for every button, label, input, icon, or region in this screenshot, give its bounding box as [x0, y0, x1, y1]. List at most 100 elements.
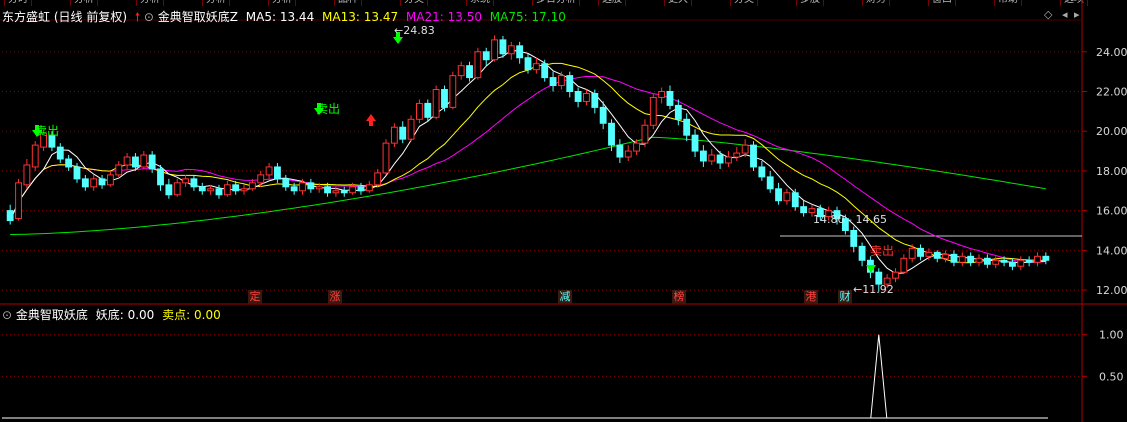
arrow-up-icon	[366, 114, 376, 126]
candle-body	[23, 164, 31, 186]
candle-body	[257, 174, 265, 184]
low-annotation: ←11.92	[853, 283, 894, 296]
main-legend: 东方盛虹 (日线 前复权) 🠕 ⊙ 金典智取妖底Z MA5: 13.44 MA1…	[2, 8, 566, 29]
candle-body	[1017, 259, 1025, 267]
sell-signal-label: 卖出	[35, 124, 60, 138]
candle-body	[499, 39, 507, 55]
y-tick-label: 1.00	[1099, 329, 1124, 342]
candle-body	[1042, 255, 1050, 261]
candle-body	[365, 184, 373, 192]
candle-body	[900, 257, 908, 273]
yaodi-value: 妖底: 0.00	[95, 308, 155, 322]
candle-body	[608, 122, 615, 146]
candle-body	[115, 164, 123, 176]
indicator-name[interactable]: 金典智取妖底Z	[158, 10, 238, 24]
candle-body	[106, 174, 114, 186]
candle-body	[349, 186, 357, 194]
candle-body	[482, 51, 490, 61]
candle-body	[925, 251, 933, 257]
candle-body	[1034, 255, 1041, 263]
candle-body	[265, 166, 273, 176]
candle-body	[683, 118, 691, 136]
candle-body	[466, 65, 473, 79]
candle-body	[157, 168, 164, 186]
period-label: (日线 前复权)	[53, 10, 128, 24]
high-value: 24.83	[403, 24, 435, 37]
event-marker-text: 财	[839, 290, 851, 303]
arrow-up-icon[interactable]: 🠕	[135, 10, 140, 24]
candle-body	[716, 154, 724, 164]
candle-body	[1000, 259, 1008, 263]
event-marker[interactable]: 榜	[672, 290, 686, 304]
candle-body	[708, 154, 716, 162]
settings-circle-icon[interactable]: ⊙	[144, 10, 154, 24]
candle-body	[223, 184, 231, 196]
arrow-icon: ←	[394, 24, 404, 37]
event-marker[interactable]: 减	[558, 290, 572, 304]
candle-body	[775, 188, 782, 202]
candle-body	[699, 150, 707, 162]
candle-body	[6, 210, 14, 222]
candle-body	[340, 190, 348, 194]
sell-signal-label: 卖出	[316, 102, 341, 116]
candle-body	[382, 142, 390, 174]
y-tick-label: 14.00	[1096, 244, 1127, 257]
candle-body	[725, 156, 732, 164]
candle-body	[374, 172, 382, 186]
candle-body	[591, 92, 599, 108]
candle-body	[733, 152, 741, 158]
candle-body	[783, 192, 791, 202]
candle-body	[666, 91, 674, 106]
candle-body	[198, 186, 206, 192]
candle-body	[449, 75, 457, 108]
event-marker[interactable]: 财	[838, 290, 852, 304]
chart-canvas: 12.00 14.00 16.00 18.00 20.00 22.00 24.00 0.50 1…	[0, 0, 1127, 422]
candle-body	[741, 144, 749, 154]
candle-body	[758, 166, 766, 178]
candle-body	[357, 186, 365, 192]
low-value: 11.92	[862, 283, 894, 296]
candle-body	[324, 186, 331, 194]
candle-body	[624, 150, 632, 158]
settings-circle-icon[interactable]: ⊙	[2, 308, 12, 322]
sub-indicator-name[interactable]: 金典智取妖底	[16, 308, 88, 322]
candle-body	[1008, 261, 1016, 267]
candle-body	[491, 39, 499, 61]
scroll-right-icon[interactable]: ▸	[1074, 8, 1080, 21]
candle-body	[507, 45, 515, 55]
candle-body	[148, 154, 156, 170]
candle-body	[165, 184, 173, 196]
candle-body	[457, 65, 465, 77]
candle-body	[441, 89, 448, 108]
candle-body	[315, 186, 323, 190]
candle-body	[98, 178, 106, 186]
event-marker[interactable]: 定	[248, 290, 262, 304]
candle-body	[1025, 259, 1033, 263]
ma5-line	[9, 49, 1046, 274]
candle-body	[424, 102, 432, 118]
candle-body	[549, 77, 557, 87]
candle-body	[123, 156, 131, 166]
event-marker-text: 榜	[673, 290, 685, 303]
candle-body	[649, 96, 657, 126]
candle-body	[992, 259, 1000, 265]
candle-body	[892, 271, 899, 279]
candle-body	[566, 75, 574, 93]
candle-body	[432, 89, 440, 118]
candle-body	[583, 92, 590, 102]
candle-body	[516, 45, 524, 59]
event-marker[interactable]: 涨	[328, 290, 342, 304]
candle-body	[407, 118, 415, 140]
ma5-value: MA5: 13.44	[245, 10, 315, 24]
candle-body	[332, 190, 340, 194]
candle-body	[282, 178, 290, 188]
scroll-left-icon[interactable]: ◂	[1062, 8, 1068, 21]
y-tick-label: 18.00	[1096, 165, 1127, 178]
candle-body	[248, 182, 256, 190]
candle-body	[557, 75, 565, 87]
stock-name: 东方盛虹	[2, 10, 51, 24]
event-marker[interactable]: 港	[804, 290, 818, 304]
diamond-icon[interactable]: ◇	[1044, 8, 1052, 21]
candle-body	[958, 255, 966, 263]
ma21-value: MA21: 13.50	[405, 10, 482, 24]
